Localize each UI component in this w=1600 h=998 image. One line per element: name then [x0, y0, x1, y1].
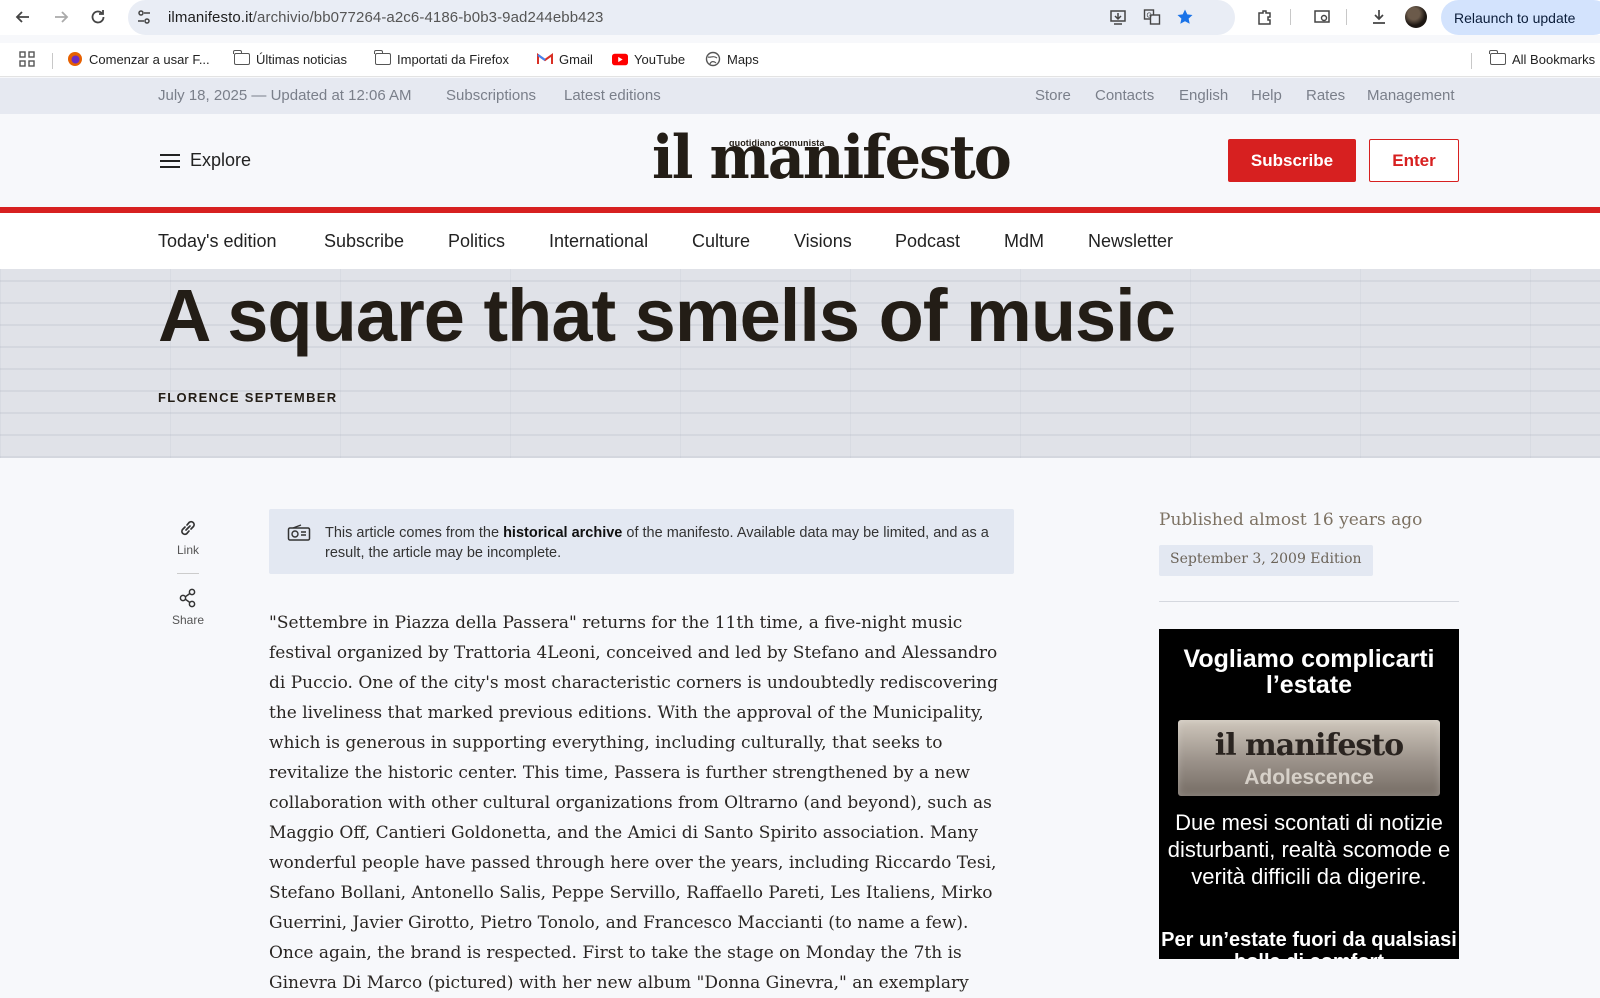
bookmark-item[interactable]: Comenzar a usar F...	[67, 51, 210, 67]
back-arrow-icon[interactable]	[12, 6, 34, 28]
nav-culture[interactable]: Culture	[692, 231, 750, 252]
nav-politics[interactable]: Politics	[448, 231, 505, 252]
address-bar[interactable]: ilmanifesto.it/archivio/bb077264-a2c6-41…	[128, 0, 1235, 35]
ad-banner-sub: Adolescence	[1244, 766, 1374, 789]
forward-arrow-icon[interactable]	[50, 6, 72, 28]
bookmark-label: Gmail	[559, 51, 593, 67]
toolbar-divider	[1290, 9, 1291, 25]
article-body: "Settembre in Piazza della Passera" retu…	[269, 613, 998, 993]
nav-international[interactable]: International	[549, 231, 648, 252]
link-store[interactable]: Store	[1035, 87, 1071, 104]
maps-icon	[705, 51, 721, 67]
reading-list-icon[interactable]	[1312, 7, 1332, 27]
link-icon	[181, 520, 195, 536]
link-english[interactable]: English	[1179, 87, 1228, 104]
bookmark-star-icon[interactable]	[1175, 7, 1195, 27]
profile-avatar[interactable]	[1405, 6, 1427, 28]
link-contacts[interactable]: Contacts	[1095, 87, 1154, 104]
bookmark-label: YouTube	[634, 51, 686, 67]
all-bookmarks-label: All Bookmarks	[1512, 51, 1596, 67]
nav-mdm[interactable]: MdM	[1004, 231, 1044, 252]
nav-podcast[interactable]: Podcast	[895, 231, 960, 252]
enter-button[interactable]: Enter	[1369, 139, 1459, 182]
nav-visions[interactable]: Visions	[794, 231, 852, 252]
bookmark-label: Importati da Firefox	[397, 51, 509, 67]
edition-badge[interactable]: September 3, 2009 Edition	[1159, 545, 1373, 576]
ad-banner-image: il manifesto Adolescence	[1178, 720, 1440, 796]
nav-todays-edition[interactable]: Today's edition	[158, 231, 277, 252]
browser-toolbar: ilmanifesto.it/archivio/bb077264-a2c6-41…	[0, 0, 1600, 35]
translate-icon[interactable]: G	[1142, 7, 1162, 27]
folder-icon	[374, 50, 391, 67]
hamburger-menu-icon	[160, 153, 180, 168]
bookmarks-divider	[52, 53, 53, 69]
gmail-icon	[537, 51, 553, 67]
folder-icon	[233, 50, 250, 67]
youtube-icon	[612, 51, 628, 67]
reload-icon[interactable]	[87, 6, 109, 28]
ad-footer: Per un’estate fuori da qualsiasi bolla d…	[1161, 929, 1457, 959]
url-host: ilmanifesto.it	[168, 9, 253, 26]
nav-subscribe[interactable]: Subscribe	[324, 231, 404, 252]
share-tool-label: Share	[171, 613, 205, 627]
all-bookmarks-button[interactable]: All Bookmarks	[1489, 50, 1596, 67]
folder-icon	[1489, 50, 1506, 67]
share-tool[interactable]: Share	[168, 587, 208, 627]
bookmark-item[interactable]: Gmail	[537, 51, 593, 67]
section-nav: Today's edition Subscribe Politics Inter…	[0, 213, 1600, 269]
archive-radio-icon	[287, 524, 311, 547]
link-tool-label: Link	[176, 543, 199, 557]
tools-divider	[177, 573, 199, 574]
svg-text:G: G	[1147, 13, 1152, 20]
url-path: /archivio/bb077264-a2c6-4186-b0b3-9ad244…	[252, 9, 604, 26]
link-latest-editions[interactable]: Latest editions	[564, 87, 661, 104]
download-icon[interactable]	[1369, 7, 1389, 27]
published-ago: Published almost 16 years ago	[1159, 510, 1423, 530]
logo-tagline: quotidiano comunista	[729, 138, 825, 148]
explore-label: Explore	[190, 150, 252, 170]
toolbar-divider	[1346, 9, 1347, 25]
archive-notice-text: This article comes from the historical a…	[325, 523, 995, 563]
link-tool[interactable]: Link	[168, 517, 208, 557]
firefox-icon	[67, 51, 83, 67]
archive-notice-bold: historical archive	[503, 525, 623, 541]
site-settings-icon[interactable]	[134, 7, 154, 27]
bookmark-item[interactable]: Maps	[705, 51, 759, 67]
relaunch-button[interactable]: Relaunch to update	[1441, 0, 1600, 35]
link-subscriptions[interactable]: Subscriptions	[446, 87, 536, 104]
utility-bar: July 18, 2025 — Updated at 12:06 AM Subs…	[0, 78, 1600, 114]
link-management[interactable]: Management	[1367, 87, 1455, 104]
article-byline: FLORENCE SEPTEMBER	[158, 390, 338, 405]
site-logo[interactable]: il manifesto	[652, 128, 1012, 188]
url-text[interactable]: ilmanifesto.it/archivio/bb077264-a2c6-41…	[168, 9, 603, 26]
bookmarks-divider	[1471, 53, 1472, 69]
bookmark-label: Maps	[727, 51, 759, 67]
apps-grid-icon[interactable]	[19, 51, 35, 67]
ad-headline: Vogliamo complicarti l’estate	[1183, 645, 1435, 699]
bookmarks-bar: Comenzar a usar F... Últimas noticias Im…	[0, 43, 1600, 77]
link-help[interactable]: Help	[1251, 87, 1282, 104]
archive-notice: This article comes from the historical a…	[269, 509, 1014, 574]
nav-newsletter[interactable]: Newsletter	[1088, 231, 1173, 252]
extensions-icon[interactable]	[1255, 7, 1275, 27]
bookmark-label: Últimas noticias	[256, 51, 348, 67]
ad-banner-logo: il manifesto	[1214, 728, 1404, 763]
share-icon	[179, 588, 196, 608]
bookmark-item[interactable]: Importati da Firefox	[374, 50, 509, 67]
link-rates[interactable]: Rates	[1306, 87, 1345, 104]
explore-button[interactable]: Explore	[160, 150, 251, 171]
subscribe-button[interactable]: Subscribe	[1228, 139, 1356, 182]
bookmark-label: Comenzar a usar F...	[89, 51, 210, 67]
article-title: A square that smells of music	[158, 274, 1176, 357]
install-app-icon[interactable]	[1108, 7, 1128, 27]
sidebar-divider	[1159, 601, 1459, 602]
masthead: Explore il manifesto quotidiano comunist…	[0, 114, 1600, 207]
bookmark-item[interactable]: Últimas noticias	[233, 50, 348, 67]
update-date: July 18, 2025 — Updated at 12:06 AM	[158, 87, 412, 104]
ad-body: Due mesi scontati di notizie disturbanti…	[1167, 810, 1451, 889]
bookmark-item[interactable]: YouTube	[612, 51, 685, 67]
archive-notice-prefix: This article comes from the	[325, 525, 504, 541]
article-hero: A square that smells of music FLORENCE S…	[0, 269, 1600, 458]
promo-ad[interactable]: Vogliamo complicarti l’estate il manifes…	[1159, 629, 1459, 959]
